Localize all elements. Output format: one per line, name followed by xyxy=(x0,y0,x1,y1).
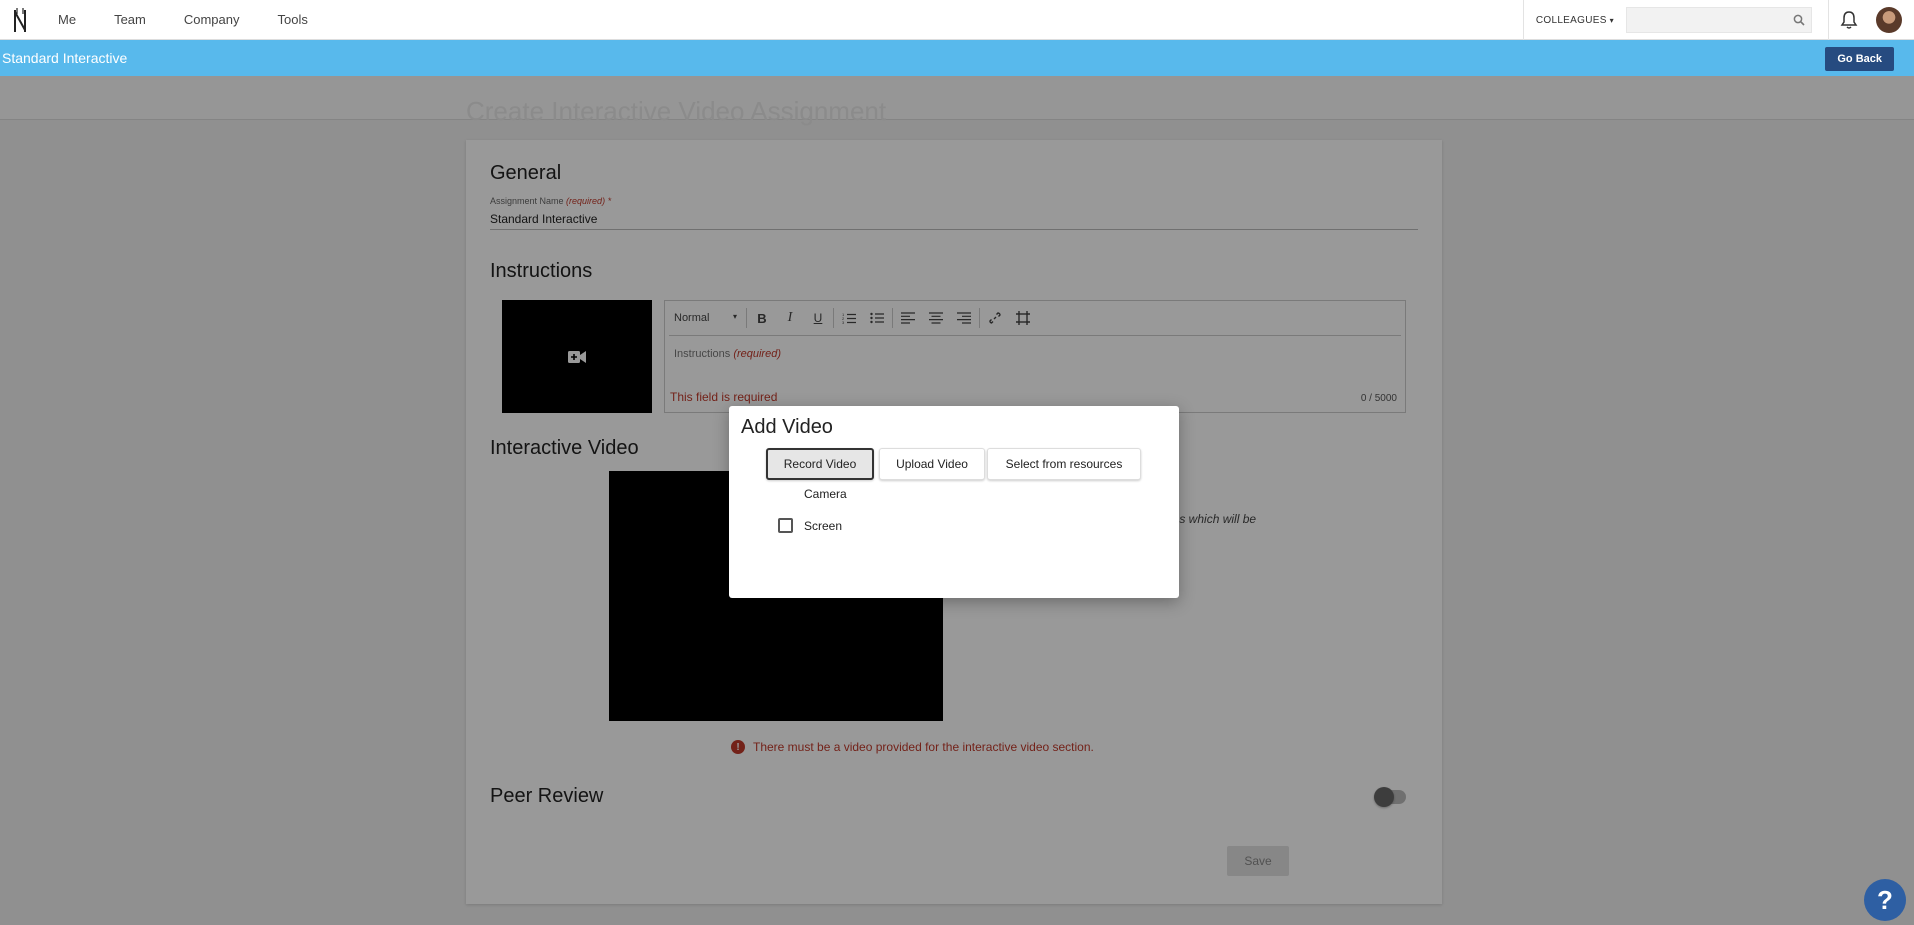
title-bar: Standard Interactive Go Back xyxy=(0,40,1914,76)
colleagues-dropdown[interactable]: COLLEAGUES ▾ xyxy=(1522,0,1626,40)
nav-link-tools[interactable]: Tools xyxy=(278,12,308,27)
search-input[interactable] xyxy=(1626,7,1812,33)
caret-down-icon: ▾ xyxy=(1609,15,1614,25)
add-video-modal: Add Video Record Video Upload Video Sele… xyxy=(729,406,1179,598)
colleagues-label: COLLEAGUES xyxy=(1535,14,1607,26)
nav-link-company[interactable]: Company xyxy=(184,12,240,27)
nav-right: COLLEAGUES ▾ xyxy=(1522,0,1914,40)
nav-links: Me Team Company Tools xyxy=(58,12,346,27)
select-from-resources-button[interactable]: Select from resources xyxy=(987,448,1141,480)
nav-link-me[interactable]: Me xyxy=(58,12,76,27)
camera-option[interactable]: Camera xyxy=(804,487,847,501)
record-video-button[interactable]: Record Video xyxy=(766,448,874,480)
notifications-bell-icon[interactable] xyxy=(1828,0,1868,40)
screen-option[interactable]: Screen xyxy=(804,519,842,533)
logo-icon[interactable] xyxy=(2,0,38,40)
avatar[interactable] xyxy=(1876,7,1902,33)
search-icon[interactable] xyxy=(1793,14,1805,26)
upload-video-button[interactable]: Upload Video xyxy=(879,448,985,480)
go-back-button[interactable]: Go Back xyxy=(1825,47,1894,71)
page-title: Standard Interactive xyxy=(2,50,128,66)
nav-link-team[interactable]: Team xyxy=(114,12,146,27)
modal-title: Add Video xyxy=(741,416,833,438)
screen-checkbox[interactable] xyxy=(778,518,793,533)
top-navigation: Me Team Company Tools COLLEAGUES ▾ xyxy=(0,0,1914,40)
help-button[interactable]: ? xyxy=(1864,879,1906,921)
